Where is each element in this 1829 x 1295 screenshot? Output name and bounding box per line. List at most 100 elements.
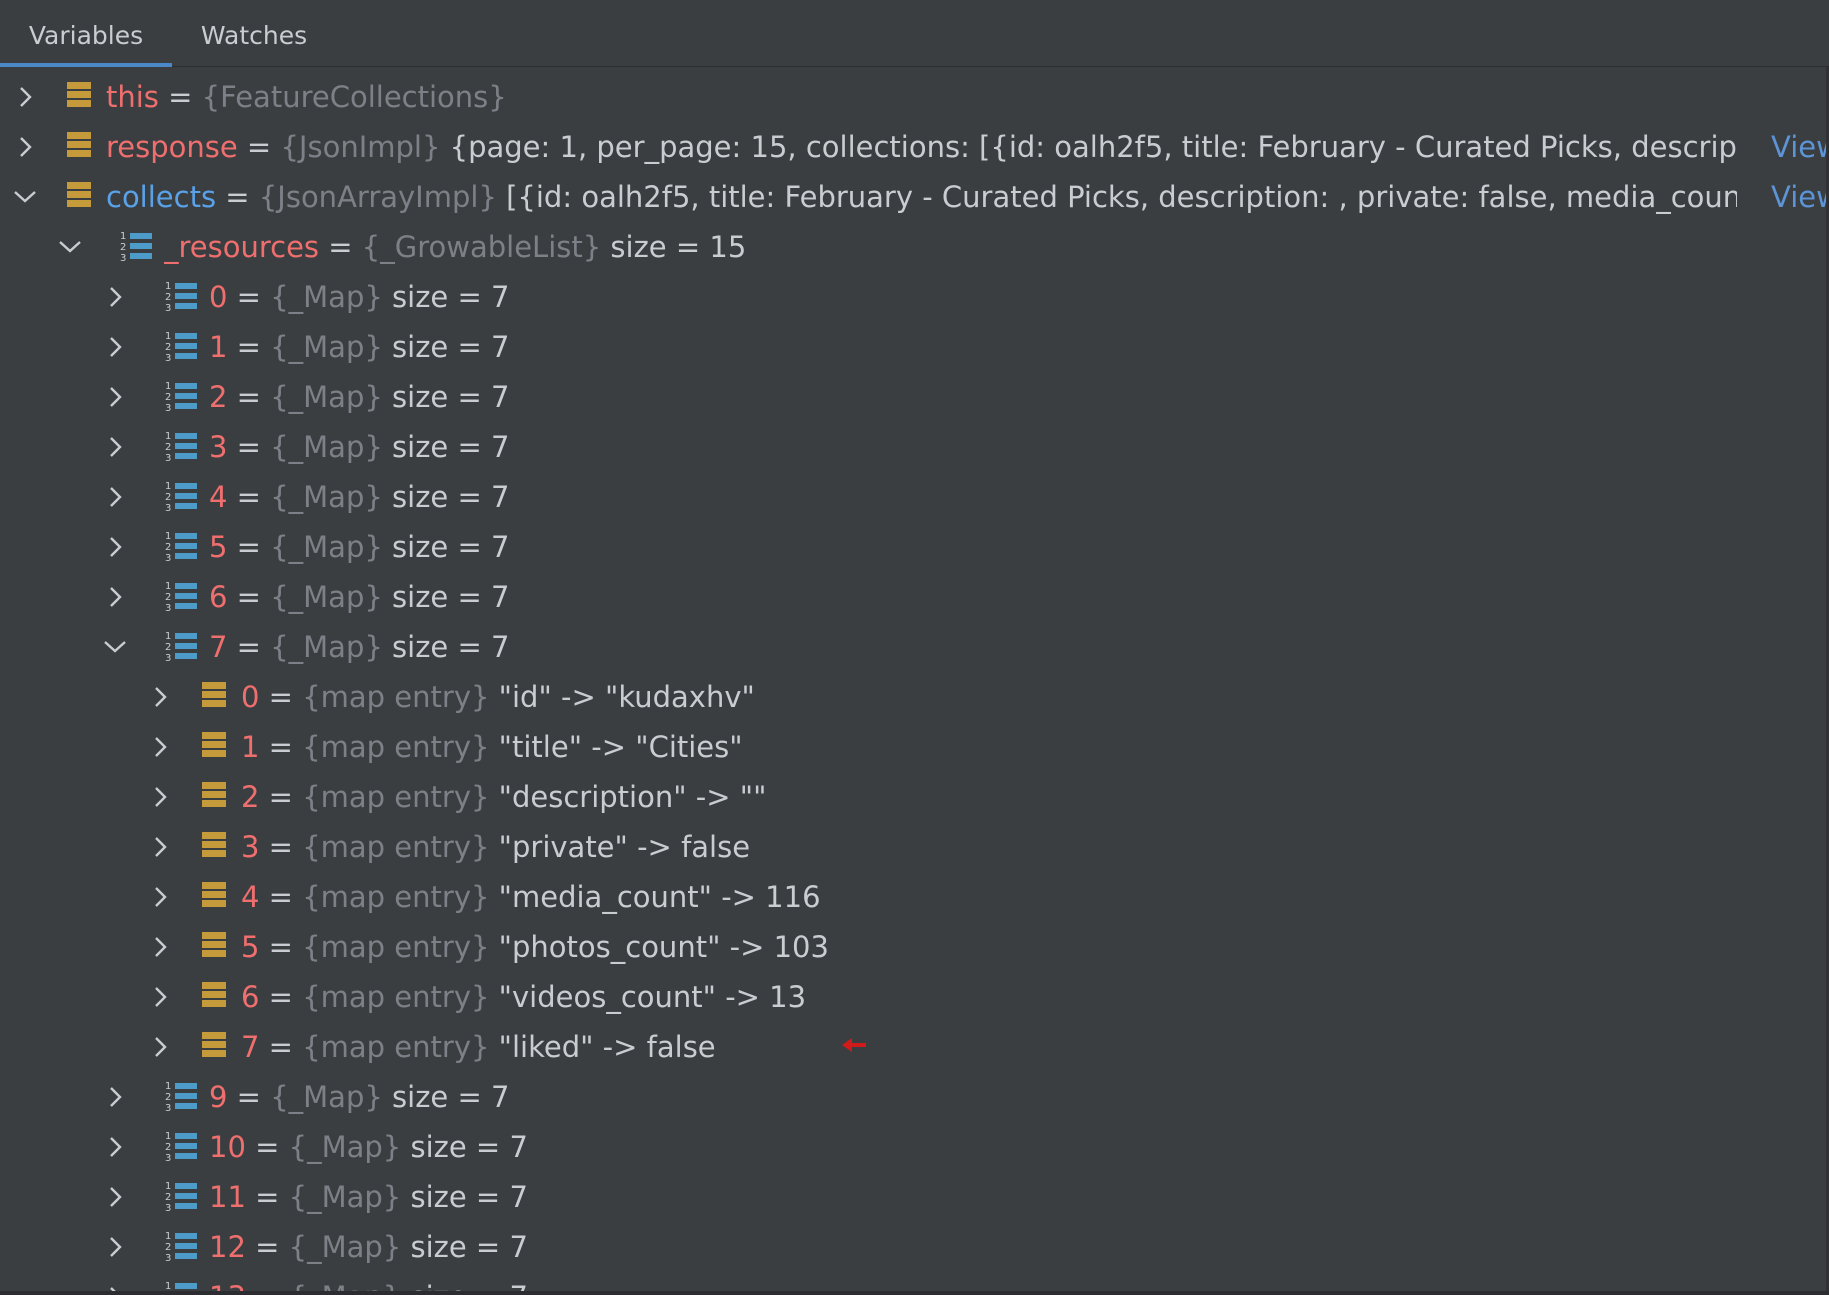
svg-text:3: 3 bbox=[165, 1153, 171, 1164]
svg-text:3: 3 bbox=[165, 303, 171, 314]
svg-text:2: 2 bbox=[120, 242, 126, 253]
variable-type: {_Map} bbox=[288, 1180, 402, 1214]
chevron-right-icon[interactable] bbox=[151, 822, 173, 872]
svg-text:2: 2 bbox=[165, 342, 171, 353]
chevron-right-icon[interactable] bbox=[106, 1072, 128, 1122]
chevron-down-icon[interactable] bbox=[103, 622, 126, 672]
chevron-right-icon[interactable] bbox=[106, 422, 128, 472]
variable-name: 6 bbox=[209, 580, 228, 614]
chevron-right-icon[interactable] bbox=[151, 922, 173, 972]
variable-value: size = 7 bbox=[392, 630, 510, 664]
variable-name: 2 bbox=[209, 380, 228, 414]
svg-text:2: 2 bbox=[165, 392, 171, 403]
tree-row[interactable]: 3 = {map entry} "private" -> false bbox=[0, 822, 1829, 872]
chevron-right-icon[interactable] bbox=[106, 522, 128, 572]
tree-row[interactable]: collects = {JsonArrayImpl} [{id: oalh2f5… bbox=[0, 172, 1829, 222]
variable-type: {_Map} bbox=[270, 330, 383, 364]
variable-type: {JsonArrayImpl} bbox=[258, 180, 497, 214]
chevron-right-icon[interactable] bbox=[151, 1022, 173, 1072]
chevron-right-icon[interactable] bbox=[151, 722, 173, 772]
tab-watches[interactable]: Watches bbox=[186, 0, 322, 67]
view-link[interactable]: View bbox=[1771, 172, 1829, 222]
variable-value: "liked" -> false bbox=[498, 1030, 716, 1064]
equals-sign: = bbox=[227, 1080, 271, 1114]
chevron-right-icon[interactable] bbox=[106, 272, 128, 322]
svg-text:2: 2 bbox=[165, 1092, 171, 1103]
variable-value: {page: 1, per_page: 15, collections: [{i… bbox=[449, 130, 1737, 164]
tree-row[interactable]: 123 6 = {_Map} size = 7 bbox=[0, 572, 1829, 622]
variable-type: {_Map} bbox=[288, 1230, 402, 1264]
svg-text:1: 1 bbox=[165, 431, 171, 442]
chevron-down-icon[interactable] bbox=[13, 172, 36, 222]
svg-text:3: 3 bbox=[165, 1103, 171, 1114]
variable-name: collects bbox=[106, 180, 217, 214]
tree-row[interactable]: 123 4 = {_Map} size = 7 bbox=[0, 472, 1829, 522]
svg-text:2: 2 bbox=[165, 1242, 171, 1253]
equals-sign: = bbox=[259, 980, 303, 1014]
variable-type: {_Map} bbox=[270, 430, 383, 464]
chevron-right-icon[interactable] bbox=[106, 322, 128, 372]
variable-value: "id" -> "kudaxhv" bbox=[498, 680, 755, 714]
chevron-right-icon[interactable] bbox=[106, 572, 128, 622]
tab-variables[interactable]: Variables bbox=[0, 0, 172, 67]
svg-text:2: 2 bbox=[165, 1142, 171, 1153]
tree-row[interactable]: 1 2 3 12 = {_Map} size = 7 bbox=[0, 1222, 1829, 1272]
equals-sign: = bbox=[227, 380, 271, 414]
variable-type: {_Map} bbox=[270, 1080, 383, 1114]
svg-text:3: 3 bbox=[165, 403, 171, 414]
chevron-right-icon[interactable] bbox=[106, 372, 128, 422]
tree-row[interactable]: 1 2 3 10 = {_Map} size = 7 bbox=[0, 1122, 1829, 1172]
chevron-right-icon[interactable] bbox=[151, 672, 173, 722]
svg-text:1: 1 bbox=[165, 1231, 171, 1242]
chevron-right-icon[interactable] bbox=[106, 1122, 128, 1172]
tree-row[interactable]: response = {JsonImpl} {page: 1, per_page… bbox=[0, 122, 1829, 172]
variable-type: {_Map} bbox=[288, 1130, 402, 1164]
svg-text:3: 3 bbox=[165, 653, 171, 664]
tree-row[interactable]: 7 = {map entry} "liked" -> false bbox=[0, 1022, 1829, 1072]
svg-text:1: 1 bbox=[165, 281, 171, 292]
tree-row[interactable]: 123 5 = {_Map} size = 7 bbox=[0, 522, 1829, 572]
equals-sign: = bbox=[227, 530, 271, 564]
tree-row[interactable]: 5 = {map entry} "photos_count" -> 103 bbox=[0, 922, 1829, 972]
variable-value: size = 7 bbox=[392, 430, 510, 464]
tree-row[interactable]: 2 = {map entry} "description" -> "" bbox=[0, 772, 1829, 822]
chevron-right-icon[interactable] bbox=[106, 1172, 128, 1222]
row-text: 12 = {_Map} size = 7 bbox=[209, 1222, 1800, 1272]
row-text: 0 = {map entry} "id" -> "kudaxhv" bbox=[241, 672, 1800, 722]
row-text: 6 = {map entry} "videos_count" -> 13 bbox=[241, 972, 1800, 1022]
tree-row[interactable]: 0 = {map entry} "id" -> "kudaxhv" bbox=[0, 672, 1829, 722]
tree-row[interactable]: 1 2 3 11 = {_Map} size = 7 bbox=[0, 1172, 1829, 1222]
tree-row[interactable]: this = {FeatureCollections} bbox=[0, 72, 1829, 122]
tree-row[interactable]: 1 2 3 _resources = {_GrowableList} size = 1… bbox=[0, 222, 1829, 272]
chevron-right-icon[interactable] bbox=[16, 72, 38, 122]
tree-row[interactable]: 1231 = {_Map} size = 7 bbox=[0, 322, 1829, 372]
tree-row[interactable]: 123 9 = {_Map} size = 7 bbox=[0, 1072, 1829, 1122]
variable-name: response bbox=[106, 130, 238, 164]
chevron-right-icon[interactable] bbox=[16, 122, 38, 172]
variable-name: 4 bbox=[241, 880, 260, 914]
svg-text:3: 3 bbox=[120, 253, 126, 264]
chevron-right-icon[interactable] bbox=[106, 472, 128, 522]
variable-type: {map entry} bbox=[302, 1030, 490, 1064]
chevron-down-icon[interactable] bbox=[58, 222, 81, 272]
tree-row[interactable]: 1 = {map entry} "title" -> "Cities" bbox=[0, 722, 1829, 772]
tree-row[interactable]: 1232 = {_Map} size = 7 bbox=[0, 372, 1829, 422]
tree-row[interactable]: 123 0 = {_Map} size = 7 bbox=[0, 272, 1829, 322]
svg-text:1: 1 bbox=[165, 581, 171, 592]
view-link[interactable]: View bbox=[1771, 122, 1829, 172]
chevron-right-icon[interactable] bbox=[106, 1222, 128, 1272]
svg-text:2: 2 bbox=[165, 542, 171, 553]
equals-sign: = bbox=[245, 1230, 289, 1264]
tree-row[interactable]: 1233 = {_Map} size = 7 bbox=[0, 422, 1829, 472]
chevron-right-icon[interactable] bbox=[151, 872, 173, 922]
svg-text:2: 2 bbox=[165, 642, 171, 653]
tree-row[interactable]: 6 = {map entry} "videos_count" -> 13 bbox=[0, 972, 1829, 1022]
horizontal-scrollbar[interactable] bbox=[0, 1291, 1829, 1295]
tree-row[interactable]: 4 = {map entry} "media_count" -> 116 bbox=[0, 872, 1829, 922]
variable-name: 5 bbox=[241, 930, 260, 964]
chevron-right-icon[interactable] bbox=[151, 772, 173, 822]
chevron-right-icon[interactable] bbox=[151, 972, 173, 1022]
variable-value: size = 15 bbox=[610, 230, 747, 264]
row-text: 5 = {map entry} "photos_count" -> 103 bbox=[241, 922, 1800, 972]
tree-row[interactable]: 123 7 = {_Map} size = 7 bbox=[0, 622, 1829, 672]
